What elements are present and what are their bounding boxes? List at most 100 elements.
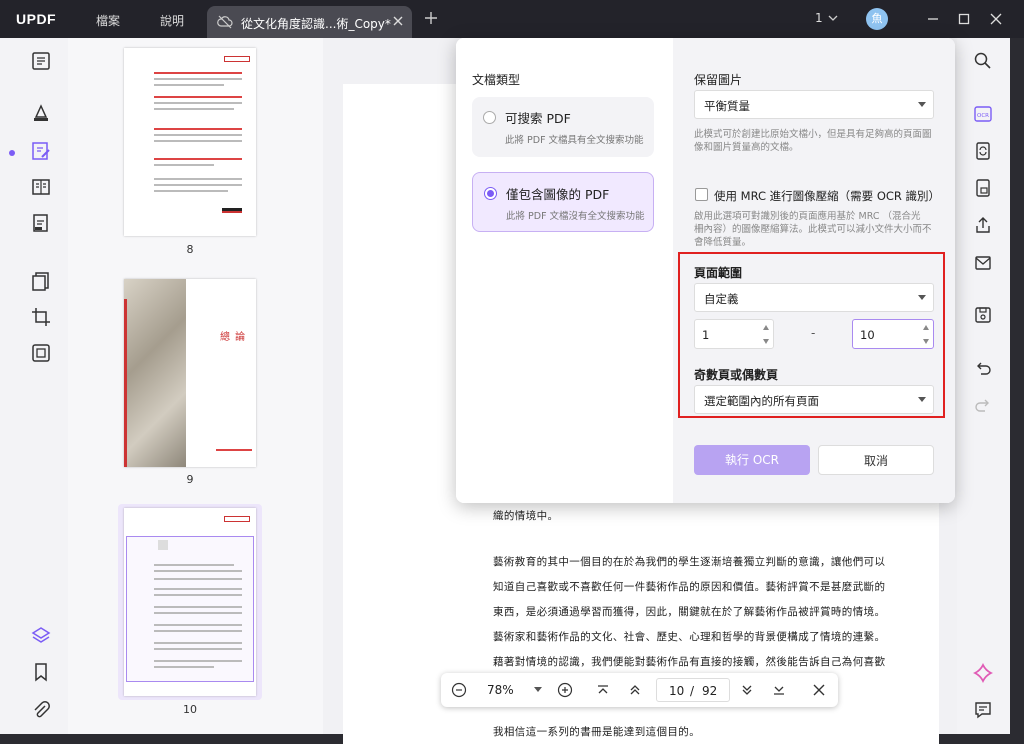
option-desc: 此將 PDF 文檔具有全文搜索功能 [505, 135, 644, 146]
app-logo: UPDF [16, 11, 57, 27]
text-line [154, 72, 242, 74]
thumbnail-title: 總 論 [220, 332, 247, 343]
text-line [154, 164, 214, 166]
scrollbar[interactable] [1010, 38, 1024, 734]
thumbnail-page-9[interactable]: 總 論 [124, 279, 256, 467]
tab-title: 從文化角度認識...術_Copy* [241, 17, 391, 31]
mrc-desc: 啟用此選項可對識別後的頁面應用基於 MRC （混合光 [694, 211, 921, 222]
cancel-button[interactable]: 取消 [818, 445, 934, 475]
thumbnail-page-8[interactable] [124, 48, 256, 236]
menu-help[interactable]: 說明 [160, 12, 184, 29]
share-icon[interactable] [973, 215, 993, 235]
form-icon[interactable] [30, 176, 52, 198]
text-line [154, 78, 242, 80]
protect-icon[interactable] [973, 178, 993, 198]
text-line [154, 594, 242, 596]
radio-searchable[interactable] [483, 111, 496, 124]
convert-icon[interactable] [973, 141, 993, 161]
next-page-icon[interactable] [739, 682, 755, 698]
radio-image-only[interactable] [484, 187, 497, 200]
thumbnail-page-10[interactable] [124, 508, 256, 696]
menu-file[interactable]: 檔案 [96, 12, 120, 29]
minimize-icon[interactable] [924, 10, 942, 28]
option-image-only-pdf[interactable]: 僅包含圖像的 PDF 此將 PDF 文檔沒有全文搜索功能 [472, 172, 654, 232]
avatar[interactable]: 魚 [866, 8, 888, 30]
page-header-mark [224, 56, 250, 62]
text-line [154, 190, 228, 192]
text-line [154, 96, 242, 98]
text-line [154, 642, 242, 644]
search-icon[interactable] [973, 51, 993, 71]
zoom-toolbar: 78% 10 / 92 [441, 673, 838, 707]
page-separator: / [690, 684, 695, 698]
document-line: 藝術家和藝術作品的文化、社會、歷史、心理和哲學的背景便構成了情境的連繫。 [493, 631, 886, 643]
fill-sign-icon[interactable] [30, 212, 52, 234]
text-line [216, 449, 252, 451]
text-line [154, 564, 234, 566]
mail-icon[interactable] [973, 253, 993, 273]
ocr-icon[interactable]: OCR [973, 104, 993, 124]
thumbnail-number: 9 [186, 473, 194, 486]
text-line [154, 140, 242, 142]
window-count: 1 [815, 11, 823, 25]
zoom-dropdown-icon[interactable] [534, 687, 542, 693]
text-line [154, 108, 234, 110]
mrc-desc: 柵內容）的圖像壓縮算法。此模式可以減小文件大小而不 [694, 224, 932, 235]
comment-icon[interactable] [30, 102, 52, 124]
option-title: 可搜索 PDF [505, 111, 571, 126]
text-line [154, 158, 242, 160]
mrc-checkbox[interactable] [695, 188, 708, 201]
redact-icon[interactable] [30, 342, 52, 364]
text-line [154, 588, 242, 590]
text-line [154, 612, 242, 614]
thumbnail-panel: 8 總 論 9 10 [68, 38, 323, 734]
option-title: 僅包含圖像的 PDF [506, 187, 610, 202]
landscape-painting-image [124, 279, 186, 467]
close-tab-icon[interactable] [391, 14, 405, 28]
comment-list-icon[interactable] [973, 700, 993, 720]
ai-assistant-icon[interactable] [973, 663, 993, 683]
first-page-icon[interactable] [595, 682, 611, 698]
bookmark-icon[interactable] [30, 661, 52, 683]
dropdown-arrow-icon [918, 102, 926, 107]
redo-icon[interactable] [973, 395, 993, 415]
text-line [154, 570, 242, 572]
zoom-in-icon[interactable] [557, 682, 573, 698]
last-page-icon[interactable] [771, 682, 787, 698]
zoom-out-icon[interactable] [451, 682, 467, 698]
thumbnail-number: 8 [186, 243, 194, 256]
document-tab[interactable]: 從文化角度認識...術_Copy* [207, 6, 412, 38]
left-toolbar [0, 38, 68, 734]
highlight-box [678, 252, 945, 418]
new-tab-icon[interactable] [424, 11, 438, 25]
current-page: 10 [669, 684, 685, 698]
option-searchable-pdf[interactable]: 可搜索 PDF 此將 PDF 文檔具有全文搜索功能 [472, 97, 654, 157]
text-line [154, 184, 242, 186]
keep-images-select[interactable]: 平衡質量 [694, 90, 934, 119]
attachment-icon[interactable] [30, 699, 52, 721]
edit-pdf-icon[interactable] [30, 140, 52, 162]
active-indicator [9, 150, 15, 156]
maximize-icon[interactable] [955, 10, 973, 28]
doc-type-label: 文檔類型 [472, 73, 521, 87]
save-icon[interactable] [973, 305, 993, 325]
text-line [154, 178, 242, 180]
organize-pages-icon[interactable] [30, 270, 52, 292]
doc-type-panel: 文檔類型 可搜索 PDF 此將 PDF 文檔具有全文搜索功能 僅包含圖像的 PD… [456, 38, 673, 503]
text-line [154, 630, 242, 632]
crop-icon[interactable] [30, 306, 52, 328]
page-number-input[interactable]: 10 / 92 [656, 678, 730, 702]
undo-icon[interactable] [973, 358, 993, 378]
mrc-desc: 會降低質量。 [694, 237, 752, 248]
layers-icon[interactable] [30, 625, 52, 647]
text-line [154, 660, 242, 662]
mrc-label: 使用 MRC 進行圖像壓縮（需要 OCR 識別） [714, 189, 941, 203]
reader-icon[interactable] [30, 50, 52, 72]
zoom-level[interactable]: 78% [487, 683, 514, 697]
previous-page-icon[interactable] [627, 682, 643, 698]
close-window-icon[interactable] [987, 10, 1005, 28]
chevron-down-icon[interactable] [828, 14, 838, 22]
run-ocr-button[interactable]: 執行 OCR [694, 445, 810, 475]
close-toolbar-icon[interactable] [811, 682, 827, 698]
title-bar: UPDF 檔案 說明 從文化角度認識...術_Copy* 1 魚 [0, 0, 1024, 38]
